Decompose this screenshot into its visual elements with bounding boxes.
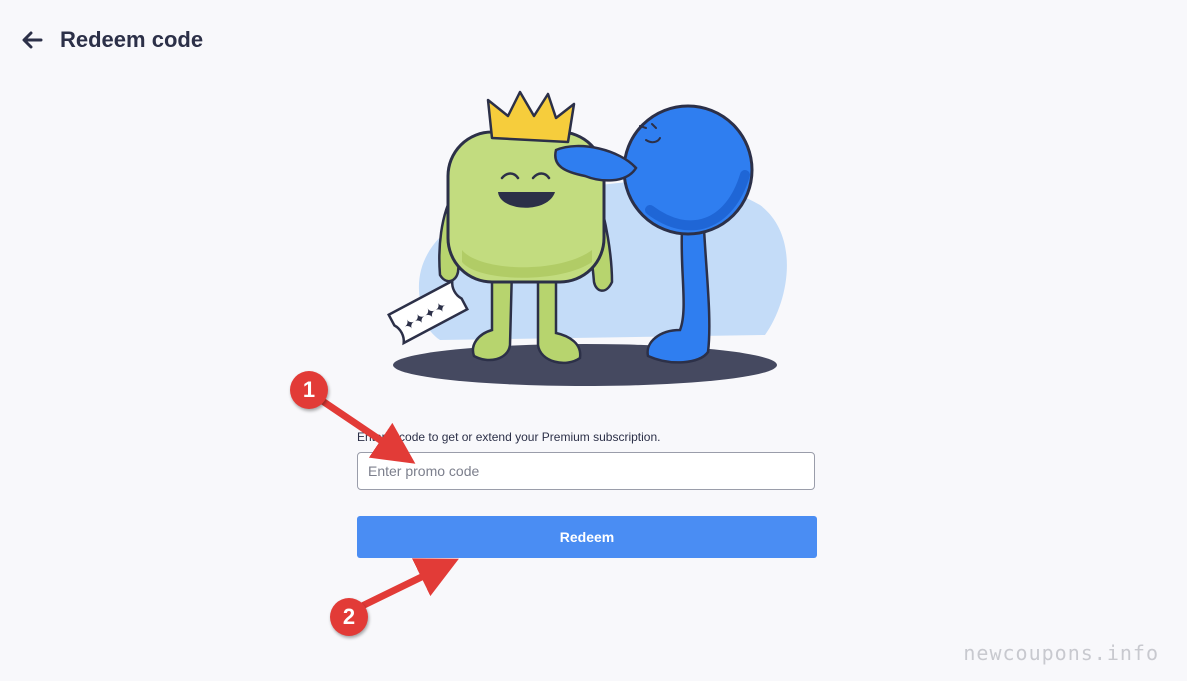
step-2-badge: 2 xyxy=(330,598,368,636)
arrow-left-icon xyxy=(22,31,43,49)
crown-icon xyxy=(486,90,576,144)
redeem-button[interactable]: Redeem xyxy=(357,516,817,558)
ground-shadow xyxy=(393,344,777,386)
redeem-illustration: ✦✦✦✦ xyxy=(387,90,787,386)
arrow-2 xyxy=(354,558,459,612)
back-button[interactable] xyxy=(18,26,46,54)
page-header: Redeem code xyxy=(18,24,203,56)
blue-head xyxy=(622,104,754,236)
step-1-badge: 1 xyxy=(290,371,328,409)
watermark: newcoupons.info xyxy=(963,641,1159,665)
promo-code-input[interactable] xyxy=(357,452,815,490)
page-title: Redeem code xyxy=(60,27,204,52)
redeem-description: Enter a code to get or extend your Premi… xyxy=(357,430,661,444)
